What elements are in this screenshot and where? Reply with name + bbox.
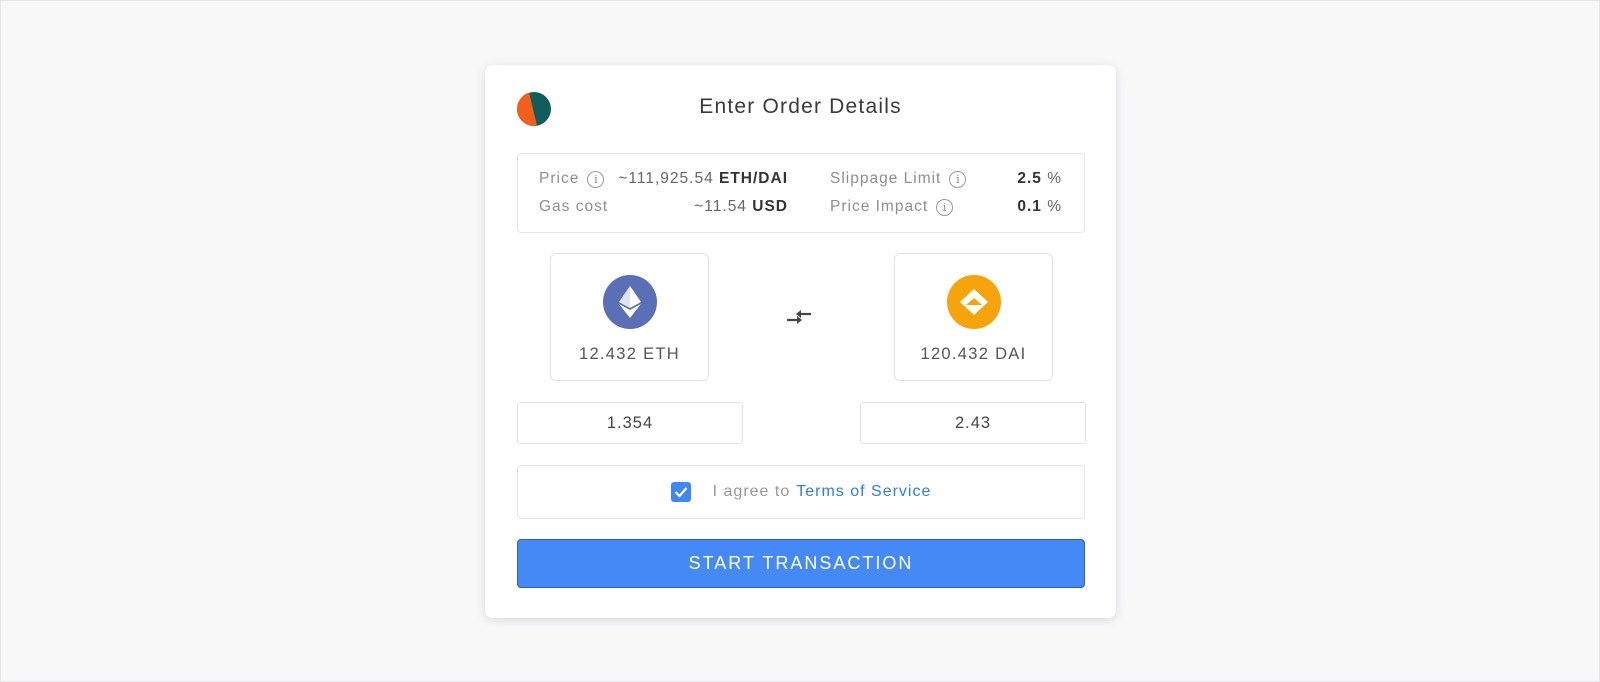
gas-unit: USD [752,198,788,215]
gas-cost-value: ~11.54 USD [694,198,788,216]
terms-of-service-link[interactable]: Terms of Service [796,483,931,501]
ethereum-icon [602,275,657,329]
gas-cost-label: Gas cost [539,198,609,215]
from-token-balance: 12.432 ETH [578,345,681,363]
from-amount-input[interactable] [517,402,743,444]
price-impact-info-icon[interactable]: i [936,198,954,216]
impact-amount: 0.1 [1017,198,1042,215]
slippage-unit: % [1047,170,1062,187]
terms-agreement: I agree to Terms of Service [517,465,1085,519]
slippage-label-text: Slippage Limit [830,170,942,187]
gas-amount: ~11.54 [694,198,747,215]
slippage-info-icon[interactable]: i [949,170,967,188]
price-unit: ETH/DAI [719,170,788,187]
price-label: Price i [539,170,605,188]
price-impact-label-text: Price Impact [830,198,929,215]
order-info-panel: Price i ~111,925.54 ETH/DAI Slippage Lim… [517,153,1085,233]
price-value: ~111,925.54 ETH/DAI [618,170,788,188]
page-title: Enter Order Details [699,95,902,118]
to-token-card[interactable]: 120.432 DAI [894,253,1053,381]
swap-arrows-icon[interactable] [785,306,813,328]
terms-prefix: I agree to [712,483,791,500]
price-amount: ~111,925.54 [618,170,714,187]
to-token-balance: 120.432 DAI [920,345,1027,363]
dai-icon [946,275,1001,329]
slippage-value: 2.5 % [1017,170,1062,188]
order-card: Enter Order Details Price i ~111,925.54 … [485,65,1116,618]
price-label-text: Price [539,170,580,187]
slippage-label: Slippage Limit i [830,170,967,188]
slippage-amount: 2.5 [1017,170,1042,187]
impact-unit: % [1047,198,1062,215]
from-token-card[interactable]: 12.432 ETH [550,253,709,381]
price-impact-label: Price Impact i [830,198,954,216]
checkmark-icon [674,487,687,498]
price-info-icon[interactable]: i [587,170,605,188]
terms-checkbox[interactable] [670,482,691,502]
start-transaction-button[interactable]: START TRANSACTION [517,539,1085,588]
to-amount-input[interactable] [860,402,1086,444]
price-impact-value: 0.1 % [1017,198,1062,216]
